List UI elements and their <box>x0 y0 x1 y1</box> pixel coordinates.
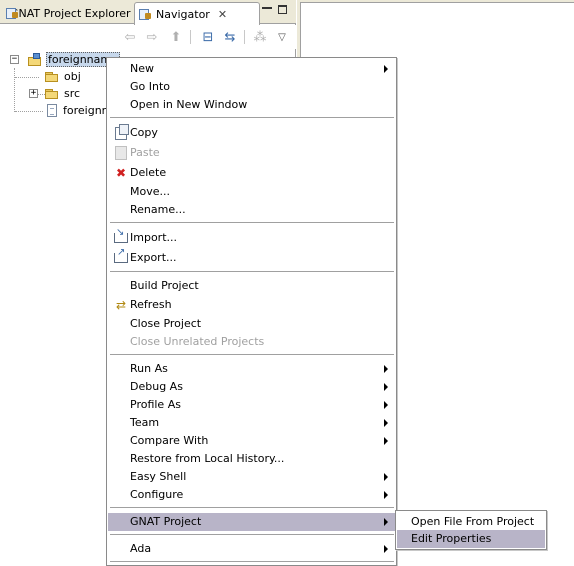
tab-gnat-project-explorer[interactable]: GNAT Project Explorer <box>2 2 132 24</box>
menu-separator <box>110 507 394 509</box>
menu-item-open-in-new-window[interactable]: Open in New Window <box>108 96 395 114</box>
filter-icon[interactable]: ⁂ <box>252 29 268 45</box>
submenu-arrow-icon <box>384 401 388 409</box>
tree-guide <box>14 68 15 112</box>
menu-item-copy[interactable]: Copy <box>108 123 395 142</box>
menu-item-import[interactable]: Import... <box>108 227 395 247</box>
menu-item-team[interactable]: Team <box>108 414 395 432</box>
menu-item-close-project[interactable]: Close Project <box>108 315 395 333</box>
view-tab-bar: GNAT Project Explorer Navigator ✕ <box>0 0 296 25</box>
collapse-toggle-icon[interactable]: − <box>10 55 19 64</box>
tree-item-project[interactable]: − foreignname <box>10 51 120 68</box>
menu-item-close-unrelated-projects: Close Unrelated Projects <box>130 335 265 348</box>
expand-toggle-icon[interactable]: + <box>29 89 38 98</box>
tree-item-file[interactable]: foreignn <box>47 102 109 119</box>
navigator-icon <box>139 8 152 20</box>
menu-separator <box>110 354 394 356</box>
menu-item-restore-from-local-history[interactable]: Restore from Local History... <box>108 450 395 468</box>
gnat-project-submenu: Open File From Project Edit Properties <box>395 510 547 550</box>
tree-guide <box>15 77 39 78</box>
forward-arrow-icon[interactable]: ⇨ <box>144 29 160 45</box>
submenu-arrow-icon <box>384 383 388 391</box>
copy-icon <box>115 123 129 140</box>
maximize-icon[interactable] <box>278 5 287 14</box>
tab-navigator[interactable]: Navigator ✕ <box>134 2 260 25</box>
submenu-arrow-icon <box>384 65 388 73</box>
folder-icon <box>44 70 60 83</box>
menu-item-paste: Paste <box>108 144 395 162</box>
tree-item-src[interactable]: + src <box>29 85 80 102</box>
export-icon <box>114 247 128 263</box>
menu-separator <box>110 271 394 273</box>
submenu-arrow-icon <box>384 419 388 427</box>
menu-item-ada[interactable]: Ada <box>108 540 395 558</box>
submenu-arrow-icon <box>384 545 388 553</box>
tree-item-label: src <box>64 87 81 100</box>
menu-item-go-into[interactable]: Go Into <box>108 78 395 96</box>
menu-item-easy-shell[interactable]: Easy Shell <box>108 468 395 486</box>
menu-item-new[interactable]: New <box>108 60 395 78</box>
folder-icon <box>44 87 60 100</box>
submenu-arrow-icon <box>384 473 388 481</box>
submenu-item-edit-properties[interactable]: Edit Properties <box>397 530 545 548</box>
tab-label: Navigator <box>156 7 210 21</box>
submenu-item-open-file-from-project[interactable]: Open File From Project <box>397 513 545 531</box>
toolbar-separator <box>190 30 191 44</box>
menu-separator <box>110 561 394 563</box>
tree-guide <box>15 111 43 112</box>
menu-item-compare-with[interactable]: Compare With <box>108 432 395 450</box>
menu-separator <box>110 534 394 536</box>
submenu-arrow-icon <box>384 365 388 373</box>
up-folder-icon[interactable]: ⬆ <box>168 29 184 45</box>
menu-item-delete[interactable]: ✖ Delete <box>108 164 395 182</box>
context-menu: New Go Into Open in New Window Copy Past… <box>106 57 397 566</box>
menu-item-export[interactable]: Export... <box>108 247 395 267</box>
menu-separator <box>110 117 394 119</box>
close-icon[interactable]: ✕ <box>218 8 227 21</box>
menu-item-configure[interactable]: Configure <box>108 486 395 504</box>
menu-item-run-as[interactable]: Run As <box>108 360 395 378</box>
tree-item-label: foreignn <box>63 104 109 117</box>
menu-item-gnat-project[interactable]: GNAT Project <box>108 513 395 531</box>
refresh-icon: ⇄ <box>115 298 127 312</box>
menu-item-profile-as[interactable]: Profile As <box>108 396 395 414</box>
delete-icon: ✖ <box>115 166 127 180</box>
menu-item-debug-as[interactable]: Debug As <box>108 378 395 396</box>
menu-item-move[interactable]: Move... <box>108 183 395 201</box>
file-icon <box>47 104 57 117</box>
collapse-all-icon[interactable]: ⊟ <box>200 29 216 45</box>
view-menu-chevron-down-icon[interactable]: ▽ <box>274 29 290 45</box>
paste-icon <box>115 146 127 160</box>
toolbar-separator <box>244 30 245 44</box>
back-arrow-icon[interactable]: ⇦ <box>122 29 138 45</box>
minimize-icon[interactable] <box>262 7 272 10</box>
submenu-arrow-icon <box>384 491 388 499</box>
tab-label: GNAT Project Explorer <box>10 6 131 20</box>
link-with-editor-icon[interactable]: ⇆ <box>222 29 238 45</box>
menu-item-refresh[interactable]: ⇄ Refresh <box>108 296 395 314</box>
import-icon <box>114 227 128 243</box>
tree-item-obj[interactable]: obj <box>44 68 81 85</box>
menu-item-build-project[interactable]: Build Project <box>108 277 395 295</box>
project-icon <box>27 52 43 67</box>
menu-separator <box>110 222 394 224</box>
submenu-arrow-icon <box>384 518 388 526</box>
tree-item-label: obj <box>64 70 81 83</box>
menu-item-rename[interactable]: Rename... <box>108 201 395 219</box>
submenu-arrow-icon <box>384 437 388 445</box>
